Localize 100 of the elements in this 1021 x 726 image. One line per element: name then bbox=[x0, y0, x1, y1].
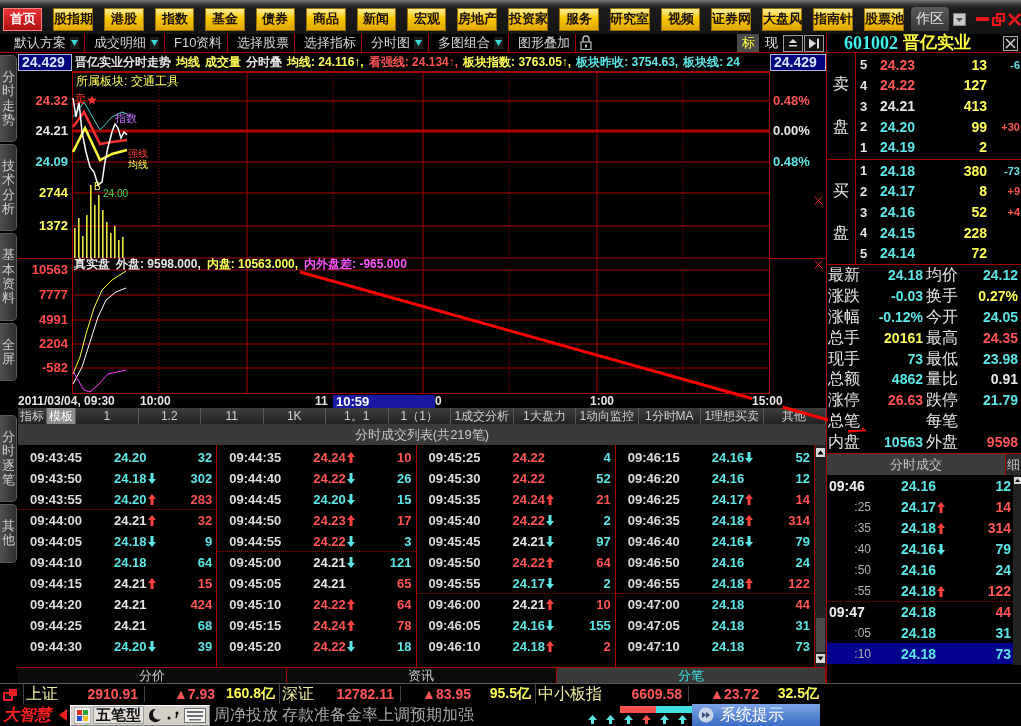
indicator-tab[interactable]: 指标 bbox=[18, 408, 47, 424]
tick-row[interactable]: :50 24.16 24 bbox=[827, 559, 1013, 580]
tick-row[interactable]: 09:46 24.16 12 bbox=[827, 475, 1013, 496]
tick-row[interactable]: :40 24.16 79 bbox=[827, 538, 1013, 559]
nav-tab[interactable]: 房地产 bbox=[457, 7, 498, 31]
dropdown-icon[interactable] bbox=[70, 37, 79, 49]
side-tab[interactable]: 分时逐笔 bbox=[0, 415, 17, 503]
stat-label: 今开 bbox=[926, 308, 960, 326]
mode-tab[interactable]: 标 bbox=[737, 34, 759, 52]
stat-label: 总笔 bbox=[828, 411, 862, 430]
nav-tab[interactable]: 基金 bbox=[205, 7, 245, 31]
bottom-tab[interactable]: 资讯 bbox=[287, 668, 557, 684]
order-volume: 8 bbox=[978, 183, 987, 200]
restore-icon[interactable] bbox=[992, 12, 1005, 26]
side-tab[interactable]: 分时走势 bbox=[0, 55, 17, 143]
mode-tab[interactable]: 现 bbox=[760, 34, 782, 52]
squares-icon[interactable] bbox=[74, 706, 91, 724]
trade-price: 24.18 bbox=[114, 554, 147, 570]
scrollbar-thumb[interactable] bbox=[816, 618, 825, 652]
order-level: 2 bbox=[860, 183, 869, 199]
scroll-up-icon[interactable] bbox=[816, 448, 825, 457]
toolbar-menu[interactable]: 分时图 bbox=[362, 34, 430, 52]
scroll-up-icon[interactable] bbox=[1013, 477, 1021, 484]
moon-icon[interactable] bbox=[146, 706, 163, 724]
dropdown-icon[interactable] bbox=[953, 12, 966, 26]
indicator-tab[interactable]: 1分时MA bbox=[638, 408, 701, 424]
window-icon[interactable] bbox=[3, 687, 18, 701]
dropdown-icon[interactable] bbox=[150, 37, 159, 49]
side-tab[interactable]: 全屏 bbox=[0, 322, 17, 382]
bottom-tab[interactable]: 分笔 bbox=[556, 668, 826, 684]
nav-tab[interactable]: 宏观 bbox=[406, 7, 447, 31]
nav-tab[interactable]: 股指期 bbox=[53, 7, 94, 31]
keyboard-icon[interactable] bbox=[184, 707, 206, 723]
stat-value: 21.79 bbox=[981, 392, 1019, 409]
stat-value: 24.35 bbox=[981, 329, 1019, 346]
tick-row[interactable]: :55 24.18 122 bbox=[827, 580, 1013, 601]
nav-tab[interactable]: 视频 bbox=[660, 7, 701, 31]
trade-volume: 26 bbox=[396, 470, 412, 486]
indicator-tab[interactable]: 1.2 bbox=[138, 408, 201, 424]
detail-tab[interactable]: 细 bbox=[1005, 454, 1021, 475]
tick-price: 24.18 bbox=[901, 646, 937, 662]
volume-change: -73 bbox=[1003, 164, 1021, 177]
trade-price: 24.17 bbox=[512, 575, 546, 591]
tick-row[interactable]: :25 24.17 14 bbox=[827, 496, 1013, 517]
tick-row[interactable]: :35 24.18 314 bbox=[827, 517, 1013, 538]
scrollbar[interactable] bbox=[815, 445, 826, 667]
indicator-tab[interactable]: 1成交分析 bbox=[451, 408, 514, 424]
system-notice-button[interactable]: 系统提示 bbox=[692, 704, 820, 726]
dropdown-icon[interactable] bbox=[494, 37, 504, 49]
side-tab[interactable]: 技术分析 bbox=[0, 144, 17, 232]
side-tab[interactable]: 其他 bbox=[0, 504, 17, 563]
indicator-tab[interactable]: 1理想买卖 bbox=[701, 408, 764, 424]
nav-tab[interactable]: 股票池 bbox=[864, 7, 905, 31]
nav-tab[interactable]: 指南针 bbox=[813, 7, 854, 31]
input-mode-button[interactable]: 五笔型 bbox=[93, 706, 144, 724]
nav-tab[interactable]: 大盘风 bbox=[762, 7, 803, 31]
nav-tab[interactable]: 首页 bbox=[3, 7, 43, 31]
close-icon[interactable] bbox=[1003, 35, 1018, 51]
nav-tab[interactable]: 投资家 bbox=[508, 7, 549, 31]
side-tab[interactable]: 基本资料 bbox=[0, 233, 17, 321]
indicator-tab[interactable]: 1（1） bbox=[388, 408, 451, 424]
toolbar-menu[interactable]: 多图组合 bbox=[429, 34, 510, 52]
order-side-label: 盘 bbox=[833, 117, 849, 137]
indicator-tab[interactable]: 1 bbox=[76, 408, 139, 424]
scroll-down-icon[interactable] bbox=[816, 654, 825, 663]
indicator-tab[interactable]: 1。1 bbox=[326, 408, 389, 424]
order-price: 24.15 bbox=[880, 224, 917, 241]
nav-tab[interactable]: 研究室 bbox=[609, 7, 650, 31]
stat-label: 总手 bbox=[828, 328, 862, 347]
tick-row[interactable]: :10 24.18 73 bbox=[827, 643, 1013, 664]
eject-icon[interactable] bbox=[783, 34, 803, 52]
toolbar-menu[interactable]: 默认方案 bbox=[5, 34, 85, 52]
indicator-tab[interactable]: 1K bbox=[263, 408, 326, 424]
workspace-tab[interactable]: 作区 bbox=[911, 7, 950, 31]
news-headline[interactable]: 周净投放 存款准备金率上调预期加强 bbox=[214, 704, 475, 726]
toolbar-menu[interactable]: F10资料 bbox=[165, 34, 229, 52]
nav-tab[interactable]: 港股 bbox=[104, 7, 144, 31]
nav-tab[interactable]: 指数 bbox=[154, 7, 195, 31]
lock-icon[interactable] bbox=[580, 35, 593, 50]
trade-volume: 64 bbox=[196, 554, 213, 570]
toolbar-menu[interactable]: 图形叠加 bbox=[509, 34, 577, 52]
scrollbar[interactable] bbox=[1013, 475, 1021, 665]
indicator-tab[interactable]: 1大盘力 bbox=[513, 408, 576, 424]
indicator-tab[interactable]: 1动向监控 bbox=[576, 408, 639, 424]
dropdown-icon[interactable] bbox=[414, 37, 424, 49]
indicator-tab[interactable]: 11 bbox=[201, 408, 264, 424]
left-arrow-icon[interactable] bbox=[59, 709, 67, 721]
nav-tab[interactable]: 新闻 bbox=[356, 7, 396, 31]
nav-tab[interactable]: 证券网 bbox=[711, 7, 752, 31]
nav-tab[interactable]: 商品 bbox=[306, 7, 346, 31]
toolbar-menu[interactable]: 选择指标 bbox=[295, 34, 363, 52]
tick-row[interactable]: :05 24.18 31 bbox=[827, 622, 1013, 643]
toolbar-menu[interactable]: 选择股票 bbox=[228, 34, 296, 52]
toolbar-menu[interactable]: 成交明细 bbox=[85, 34, 165, 52]
nav-tab[interactable]: 服务 bbox=[559, 7, 599, 31]
sector-label: 所属板块: 交通工具 bbox=[76, 74, 179, 88]
trade-price: 24.22 bbox=[313, 596, 346, 612]
skip-forward-icon[interactable] bbox=[804, 34, 824, 52]
bottom-tab[interactable]: 分价 bbox=[18, 668, 288, 684]
nav-tab[interactable]: 债券 bbox=[255, 7, 296, 31]
